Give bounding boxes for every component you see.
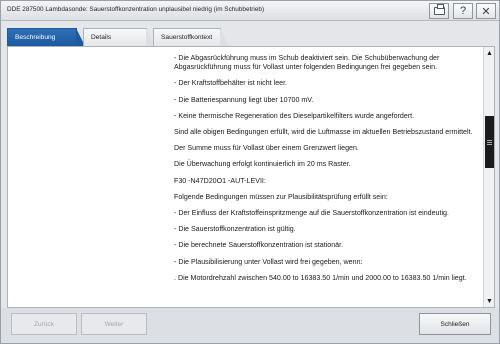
dialog-window: DDE 287500 Lambdasonde: Sauerstoffkonzen… bbox=[0, 0, 500, 344]
close-window-button[interactable]: ✕ bbox=[476, 3, 496, 19]
vertical-scrollbar[interactable]: ▲ ▼ bbox=[483, 47, 494, 307]
paragraph: - Die Sauerstoffkonzentration ist gültig… bbox=[174, 225, 296, 234]
printer-icon bbox=[433, 4, 445, 15]
paragraph: F30 -N47D20O1 -AUT-LEVII: bbox=[174, 176, 266, 185]
close-icon: ✕ bbox=[481, 5, 491, 18]
tab-sauerstoffkontext[interactable]: Sauerstoffkontext bbox=[153, 28, 229, 46]
scroll-up-arrow-icon[interactable]: ▲ bbox=[485, 48, 494, 58]
close-button[interactable]: Schließen bbox=[419, 313, 491, 335]
back-button[interactable]: Zurück bbox=[11, 313, 77, 335]
paragraph: - Der Kraftstoffbehälter ist nicht leer. bbox=[174, 79, 288, 88]
paragraph: Der Summe muss für Vollast über einem Gr… bbox=[174, 144, 359, 153]
help-icon: ? bbox=[459, 5, 467, 17]
paragraph: - Keine thermische Regeneration des Dies… bbox=[174, 111, 415, 120]
scrollbar-thumb[interactable] bbox=[485, 116, 494, 168]
description-panel: - Die Abgasrückführung muss im Schub dea… bbox=[7, 46, 495, 308]
window-title: DDE 287500 Lambdasonde: Sauerstoffkonzen… bbox=[7, 6, 265, 13]
paragraph: Sind alle obigen Bedingungen erfüllt, wi… bbox=[174, 128, 473, 137]
paragraph: - Der Einfluss der Kraftstoffeinspritzme… bbox=[174, 209, 449, 218]
paragraph: - Die Plausibilisierung unter Vollast wi… bbox=[174, 257, 363, 266]
description-text: - Die Abgasrückführung muss im Schub dea… bbox=[174, 54, 474, 290]
tab-details[interactable]: Details bbox=[83, 28, 155, 46]
paragraph: Folgende Bedingungen müssen zur Plausibi… bbox=[174, 192, 388, 201]
paragraph: - Die Abgasrückführung muss im Schub dea… bbox=[174, 54, 440, 72]
next-button[interactable]: Weiter bbox=[81, 313, 147, 335]
button-bar: Zurück Weiter Schließen bbox=[1, 308, 499, 343]
print-button[interactable] bbox=[429, 3, 449, 19]
title-bar: DDE 287500 Lambdasonde: Sauerstoffkonzen… bbox=[1, 1, 499, 21]
help-button[interactable]: ? bbox=[453, 3, 473, 19]
paragraph: - Die berechnete Sauerstoffkonzentration… bbox=[174, 241, 344, 250]
paragraph: . Die Motordrehzahl zwischen 540.00 to 1… bbox=[174, 273, 467, 282]
paragraph: Die Überwachung erfolgt kontinuierlich i… bbox=[174, 160, 351, 169]
scroll-down-arrow-icon[interactable]: ▼ bbox=[485, 296, 494, 306]
grip-icon bbox=[487, 139, 492, 145]
tab-beschreibung[interactable]: Beschreibung bbox=[7, 28, 85, 46]
tab-bar: Beschreibung Details Sauerstoffkontext bbox=[7, 28, 497, 46]
paragraph: - Die Batteriespannung liegt über 10700 … bbox=[174, 95, 314, 104]
